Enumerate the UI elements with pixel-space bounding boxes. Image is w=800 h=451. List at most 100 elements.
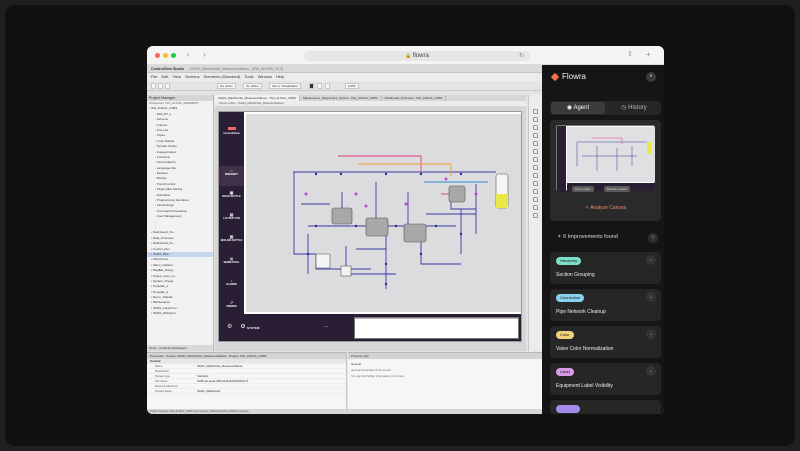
chevron-down-icon[interactable]: ⌄ xyxy=(646,255,656,265)
go-offline-button[interactable]: Go offline xyxy=(243,83,262,89)
improvement-card[interactable]: Label Equipment Label Visibility ⌄ xyxy=(550,363,661,395)
lock-tool-icon[interactable] xyxy=(533,197,538,202)
settings-icon[interactable]: • xyxy=(646,72,656,82)
chevron-down-icon[interactable]: ⌄ xyxy=(646,329,656,339)
grid-tool-icon[interactable] xyxy=(533,181,538,186)
property-value[interactable]: ISH01_MashKettle xyxy=(197,389,220,394)
improvement-card[interactable]: Hierarchy Section Grouping ⌄ xyxy=(550,252,661,284)
property-row[interactable]: Screen frame ISH01_MashKettle xyxy=(147,389,346,394)
drop-image-button[interactable]: Drop image xyxy=(572,186,594,192)
tree-item-label: Template_1 xyxy=(152,284,169,289)
menu-item-screens[interactable]: Screens xyxy=(185,74,200,79)
plus-icon[interactable]: + xyxy=(646,50,651,60)
minimize-window-button[interactable] xyxy=(163,53,168,58)
tab-agent[interactable]: ◉ Agent xyxy=(551,102,605,114)
share-icon[interactable]: ⇪ xyxy=(627,50,633,60)
hmi-brand-text: ControlView xyxy=(223,131,240,135)
new-icon[interactable] xyxy=(151,83,156,89)
folder-icon: ▪ xyxy=(155,219,157,224)
improvements-summary: ✦ 6 Improvements found ▽ xyxy=(550,231,661,245)
simulate-button[interactable]: Simul. Visualization xyxy=(269,83,301,89)
tree-item[interactable]: ▪ ISH01_Whirlpool xyxy=(147,311,213,316)
tree-item-label: ISH01_LauterTun... xyxy=(152,305,179,310)
maximize-window-button[interactable] xyxy=(171,53,176,58)
analyze-canvas-label: Analyze Canvas xyxy=(590,205,627,211)
folder-icon: ▪ xyxy=(155,224,157,229)
zoom-select[interactable]: 100% xyxy=(345,83,359,89)
hmi-screen: ControlView ⌂ BREWERY ▣ MASH KETTLE ▤ LAUTER … xyxy=(218,111,522,342)
mode-tabs: ◉ Agent ◷ History xyxy=(550,101,661,115)
hmi-nav-item-lauter-tun[interactable]: ▤ LAUTER TUN xyxy=(219,210,244,230)
browse-screen-button[interactable]: Browse screen xyxy=(604,186,630,192)
hmi-nav-label: ALARMS xyxy=(225,283,238,286)
ide-toolbar: Go online Go offline Simul. Visualizatio… xyxy=(147,81,542,91)
hmi-nav-item-whirlpool[interactable]: ◎ WHIRLPOOL xyxy=(219,254,244,274)
tree-item-label: Script Objects xyxy=(156,160,176,165)
hmi-trend-panel xyxy=(354,317,519,339)
tree-item-label: Command Processing xyxy=(156,208,187,213)
chevron-right-icon[interactable]: › xyxy=(203,50,206,60)
line-tool-icon[interactable] xyxy=(533,141,538,146)
hmi-nav-item-mash-kettle[interactable]: ▣ MASH KETTLE xyxy=(219,188,244,208)
pen-tool-icon[interactable] xyxy=(533,149,538,154)
hmi-nav-item-brewery[interactable]: ⌂ BREWERY xyxy=(219,166,244,186)
tree-item-label: Maintenance xyxy=(152,300,171,305)
process-diagram[interactable] xyxy=(246,114,521,312)
signal-icon: 〰 xyxy=(324,324,328,329)
tree-item-label: Control_Det... xyxy=(152,246,172,251)
stop-icon[interactable] xyxy=(317,83,322,89)
ellipse-tool-icon[interactable] xyxy=(533,125,538,130)
analyze-canvas-button[interactable]: ✧ Analyze Canvas xyxy=(550,205,661,211)
image-tool-icon[interactable] xyxy=(533,173,538,178)
improvement-card[interactable]: Connection Pipe Network Cleanup ⌄ xyxy=(550,289,661,321)
flowra-title: Flowra xyxy=(562,72,587,81)
print-tool-icon[interactable] xyxy=(533,205,538,210)
export-tool-icon[interactable] xyxy=(533,213,538,218)
go-online-button[interactable]: Go online xyxy=(217,83,236,89)
pause-icon[interactable] xyxy=(325,83,330,89)
menu-item-tools[interactable]: Tools xyxy=(244,74,253,79)
filter-icon[interactable]: ▽ xyxy=(648,233,658,243)
canvas-preview[interactable]: Drop image Browse screen ✧ Analyze Canva… xyxy=(550,120,661,221)
menu-item-elements-standard-[interactable]: Elements (Standard) xyxy=(204,74,241,79)
improvement-title: Section Grouping xyxy=(556,272,595,278)
layer-tool-icon[interactable] xyxy=(533,189,538,194)
tab-history[interactable]: ◷ History xyxy=(607,102,661,114)
improvement-card-partial[interactable] xyxy=(550,400,661,414)
hmi-nav-item-alarms[interactable]: ♪ ALARMS xyxy=(219,276,244,296)
chevron-down-icon[interactable]: ⌄ xyxy=(646,366,656,376)
menu-item-window[interactable]: Window xyxy=(258,74,272,79)
improvement-card[interactable]: Color Valve Color Normalization ⌄ xyxy=(550,326,661,358)
hmi-nav-item-boiling-kettle[interactable]: ▥ BOILING KETTLE xyxy=(219,232,244,252)
open-icon[interactable] xyxy=(158,83,163,89)
address-bar[interactable]: 🔒 flowra ↻ xyxy=(304,51,530,61)
rect-tool-icon[interactable] xyxy=(533,117,538,122)
tree-item-label: Pop-ups xyxy=(156,127,169,132)
reload-icon[interactable]: ↻ xyxy=(519,51,524,61)
canvas-thumbnail xyxy=(556,125,655,192)
pointer-tool-icon[interactable] xyxy=(533,109,538,114)
ide-status-bar: Project Screens: ISH_ALPHA_V4MS ISH_Scre… xyxy=(147,409,542,414)
tree-item-label: Demo_Tabular... xyxy=(152,295,175,300)
hmi-nav-label: MASH KETTLE xyxy=(222,195,241,198)
category-badge xyxy=(556,405,580,413)
chevron-down-icon[interactable]: ⌄ xyxy=(646,292,656,302)
menu-item-file[interactable]: File xyxy=(151,74,157,79)
tree-item-label: Scheduler xyxy=(156,192,171,197)
menu-item-view[interactable]: View xyxy=(172,74,181,79)
close-window-button[interactable] xyxy=(155,53,160,58)
hmi-system-label[interactable]: SYSTEM xyxy=(247,326,259,330)
button-tool-icon[interactable] xyxy=(533,165,538,170)
save-icon[interactable] xyxy=(165,83,170,89)
menu-item-edit[interactable]: Edit xyxy=(161,74,168,79)
menu-item-help[interactable]: Help xyxy=(276,74,284,79)
play-icon[interactable] xyxy=(309,83,314,89)
chevron-left-icon[interactable]: ‹ xyxy=(187,50,190,60)
polygon-tool-icon[interactable] xyxy=(533,133,538,138)
text-tool-icon[interactable] xyxy=(533,157,538,162)
tree-item-label: Alarm_Cabinet... xyxy=(152,262,176,267)
gear-icon[interactable]: ⚙ xyxy=(227,323,232,330)
screen-editor-canvas[interactable]: ControlView ⌂ BREWERY ▣ MASH KETTLE ▤ LAUTER … xyxy=(215,106,526,351)
process-diagram-svg xyxy=(293,155,509,289)
screen-frame: ‹ › 🔒 flowra ↻ ⇪ + ControlView Studio - … xyxy=(5,5,795,446)
